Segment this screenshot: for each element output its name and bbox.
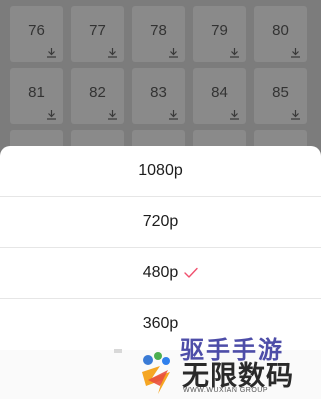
episode-number: 85: [272, 84, 289, 101]
resolution-label: 720p: [142, 213, 179, 230]
episode-number: 84: [211, 84, 228, 101]
episode-tile[interactable]: 77: [71, 6, 124, 62]
episode-tile[interactable]: 81: [10, 68, 63, 124]
resolution-sheet: 1080p 720p 480p 360p: [0, 146, 321, 399]
scroll-indicator: [114, 349, 122, 353]
sheet-footer: [0, 350, 321, 399]
episode-tile[interactable]: 85: [254, 68, 307, 124]
checkmark-icon: [184, 266, 198, 278]
resolution-label: 360p: [142, 315, 179, 332]
episode-number: 78: [150, 22, 167, 39]
episode-tile[interactable]: 82: [71, 68, 124, 124]
episode-tile[interactable]: 84: [193, 68, 246, 124]
resolution-option-360p[interactable]: 360p: [0, 299, 321, 349]
episode-grid: 76 77 78 79 80 81 82 83 84 85: [0, 0, 321, 150]
resolution-option-720p[interactable]: 720p: [0, 197, 321, 247]
episode-number: 82: [89, 84, 106, 101]
episode-tile[interactable]: 78: [132, 6, 185, 62]
episode-tile[interactable]: 80: [254, 6, 307, 62]
episode-number: 80: [272, 22, 289, 39]
episode-number: 83: [150, 84, 167, 101]
resolution-label: 1080p: [138, 162, 183, 179]
episode-tile[interactable]: 76: [10, 6, 63, 62]
download-icon: [168, 47, 179, 58]
episode-tile[interactable]: 79: [193, 6, 246, 62]
episode-number: 81: [28, 84, 45, 101]
resolution-label: 480p: [142, 264, 179, 281]
download-icon: [229, 109, 240, 120]
download-icon: [290, 109, 301, 120]
download-icon: [168, 109, 179, 120]
download-icon: [107, 109, 118, 120]
episode-number: 77: [89, 22, 106, 39]
download-icon: [46, 109, 57, 120]
download-icon: [229, 47, 240, 58]
resolution-option-480p[interactable]: 480p: [0, 248, 321, 298]
episode-number: 76: [28, 22, 45, 39]
download-icon: [107, 47, 118, 58]
download-icon: [290, 47, 301, 58]
episode-tile[interactable]: 83: [132, 68, 185, 124]
download-icon: [46, 47, 57, 58]
episode-number: 79: [211, 22, 228, 39]
resolution-option-1080p[interactable]: 1080p: [0, 146, 321, 196]
